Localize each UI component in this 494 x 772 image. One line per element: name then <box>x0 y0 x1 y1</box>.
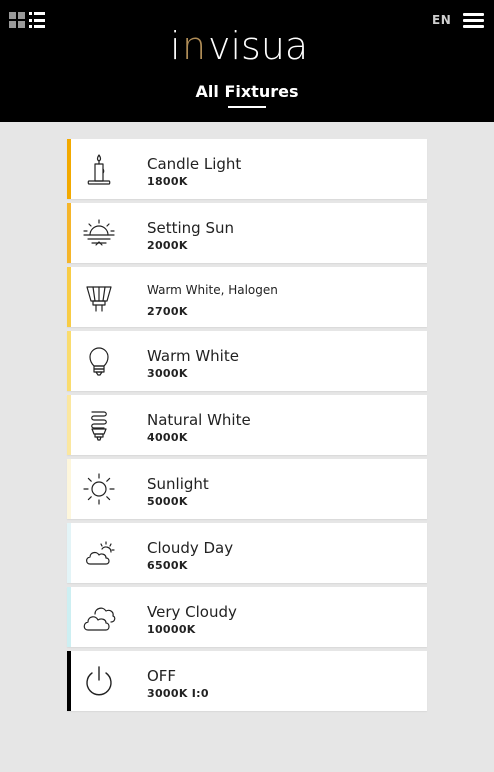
candle-icon <box>81 151 117 187</box>
grid-view-icon[interactable] <box>9 12 25 28</box>
svg-text:visua: visua <box>208 26 308 66</box>
color-indicator-bar <box>67 587 71 647</box>
color-indicator-bar <box>67 203 71 263</box>
fixture-temperature: 10000K <box>147 623 196 636</box>
fixture-label: Natural White <box>147 411 251 429</box>
fixture-card[interactable]: Very Cloudy 10000K <box>67 587 427 647</box>
color-indicator-bar <box>67 459 71 519</box>
color-indicator-bar <box>67 267 71 327</box>
clouds-icon <box>81 599 117 635</box>
bulb-icon <box>81 343 117 379</box>
color-indicator-bar <box>67 523 71 583</box>
fixture-label: Cloudy Day <box>147 539 234 557</box>
halogen-spot-icon <box>81 279 117 315</box>
svg-text:n: n <box>182 26 206 66</box>
color-indicator-bar <box>67 139 71 199</box>
fixture-card[interactable]: Warm White, Halogen 2700K <box>67 267 427 327</box>
fixture-label: Very Cloudy <box>147 603 237 621</box>
fixture-card[interactable]: Sunlight 5000K <box>67 459 427 519</box>
fixture-card[interactable]: Natural White 4000K <box>67 395 427 455</box>
sunset-icon <box>81 215 117 251</box>
spiral-bulb-icon <box>81 407 117 443</box>
title-underline <box>228 106 266 108</box>
partly-cloudy-icon <box>81 535 117 571</box>
fixture-label: Warm White <box>147 347 239 365</box>
language-selector[interactable]: EN <box>432 13 451 27</box>
list-view-icon[interactable] <box>29 12 45 28</box>
hamburger-menu-icon[interactable] <box>463 13 484 28</box>
fixture-temperature: 4000K <box>147 431 188 444</box>
fixture-label: OFF <box>147 667 177 685</box>
fixture-temperature: 5000K <box>147 495 188 508</box>
sun-icon <box>81 471 117 507</box>
app-header: i n visua invisua EN All Fixtures <box>0 0 494 122</box>
fixture-label: Candle Light <box>147 155 242 173</box>
fixture-card[interactable]: Warm White 3000K <box>67 331 427 391</box>
fixture-label: Sunlight <box>147 475 209 493</box>
fixture-list: Candle Light 1800K Setting Sun 2000K Warm Wh… <box>67 139 427 715</box>
invisua-logo: i n visua invisua <box>170 26 308 66</box>
view-toggle[interactable] <box>9 12 45 28</box>
fixture-temperature: 1800K <box>147 175 188 188</box>
fixture-card[interactable]: OFF 3000K I:0 <box>67 651 427 711</box>
fixture-temperature: 2700K <box>147 305 188 318</box>
fixture-card[interactable]: Setting Sun 2000K <box>67 203 427 263</box>
fixture-temperature: 2000K <box>147 239 188 252</box>
fixture-label: Warm White, Halogen <box>147 283 278 297</box>
svg-text:i: i <box>170 26 182 66</box>
page-title: All Fixtures <box>195 82 299 101</box>
fixture-label: Setting Sun <box>147 219 235 237</box>
fixture-temperature: 3000K I:0 <box>147 687 209 700</box>
fixture-card[interactable]: Candle Light 1800K <box>67 139 427 199</box>
fixture-temperature: 6500K <box>147 559 188 572</box>
color-indicator-bar <box>67 395 71 455</box>
color-indicator-bar <box>67 651 71 711</box>
color-indicator-bar <box>67 331 71 391</box>
fixture-card[interactable]: Cloudy Day 6500K <box>67 523 427 583</box>
power-icon <box>81 663 117 699</box>
fixture-temperature: 3000K <box>147 367 188 380</box>
